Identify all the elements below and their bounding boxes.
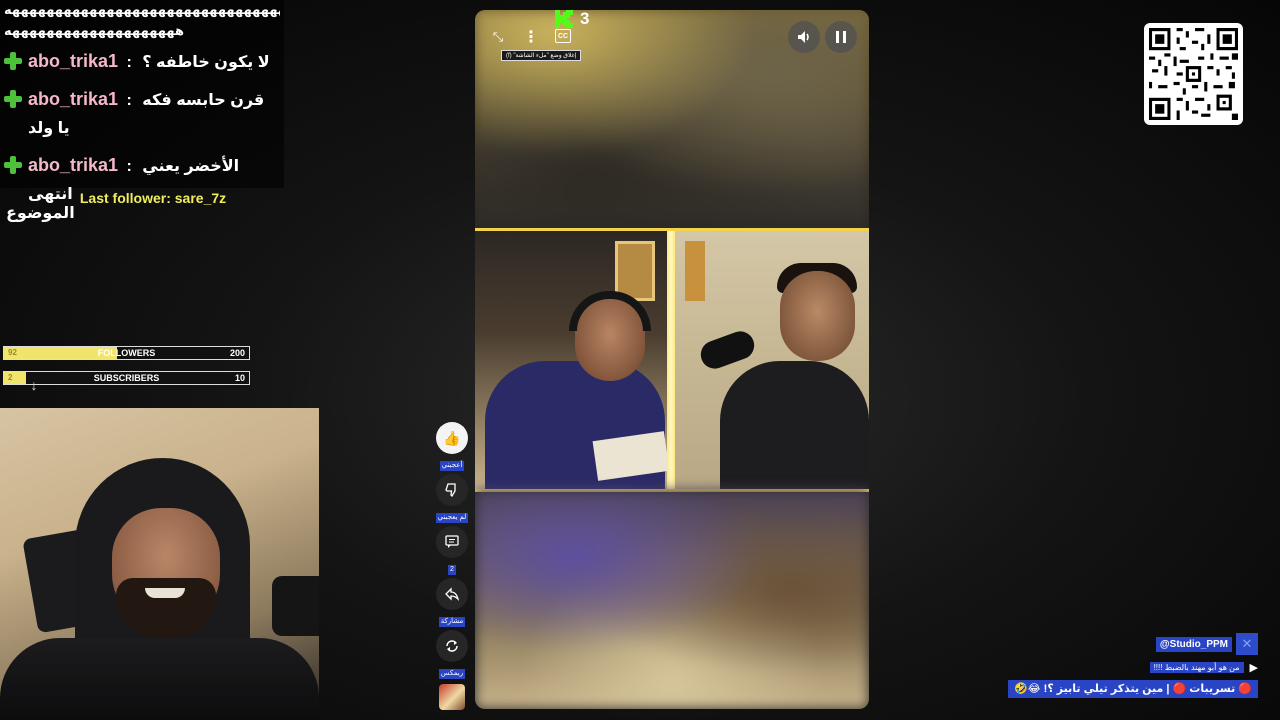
pause-bars: [836, 31, 846, 43]
webcam-microphone: [272, 576, 319, 636]
captions-button[interactable]: CC: [555, 29, 571, 43]
volume-icon[interactable]: [788, 21, 820, 53]
dislike-button[interactable]: لم يعجبني: [432, 474, 472, 524]
chat-separator: :: [126, 54, 132, 71]
video-divider: [667, 231, 675, 489]
goal-target: 10: [234, 373, 245, 383]
goal-target: 200: [229, 348, 245, 358]
chat-message: abo_trika1 : لا يكون خاطفه ؟: [4, 47, 280, 77]
followers-goal-bar: 92 FOLLOWERS 200: [3, 346, 250, 360]
chat-message-spam: ههههههههههههههههههههههههههههههههههه: [4, 3, 280, 18]
now-playing-text: من هو أبو مهند بالضبط !!!!: [1149, 662, 1244, 673]
webcam-streamer-smile: [145, 588, 185, 598]
remix-label: ريمكس: [438, 669, 466, 679]
comments-button[interactable]: 2: [432, 526, 472, 576]
comment-icon[interactable]: [436, 526, 468, 558]
chat-overlay: ههههههههههههههههههههههههههههههههههه هههه…: [0, 0, 284, 222]
video-shelf: [685, 241, 705, 301]
video-frame: [475, 228, 869, 492]
remix-button[interactable]: ريمكس: [432, 630, 472, 680]
chat-separator: :: [126, 158, 132, 175]
webcam-streamer-body: [0, 638, 319, 720]
chat-message-spam-cont: ههههههههههههههههههههه: [4, 24, 184, 39]
thumbs-down-icon[interactable]: [436, 474, 468, 506]
video-person-right-head: [780, 271, 855, 361]
share-label: مشاركة: [438, 617, 466, 627]
thumbs-up-icon[interactable]: 👍: [436, 422, 468, 454]
like-label: أعجبني: [439, 461, 465, 471]
chat-username: abo_trika1: [28, 89, 119, 109]
share-icon[interactable]: [436, 578, 468, 610]
exit-fullscreen-icon[interactable]: ⤡: [487, 26, 509, 48]
arrow-down-icon: ↓: [30, 377, 38, 393]
viewer-count: 3: [580, 10, 590, 28]
subscriber-badge-icon: [4, 52, 22, 70]
video-person-right: [720, 361, 869, 489]
tooltip: إغلاق وضع "ملء الشاشة" (f): [501, 50, 582, 61]
video-player[interactable]: ⤡ إغلاق وضع "ملء الشاشة" (f) ⋮ CC 3: [475, 10, 869, 709]
studio-logo-icon: ✕: [1236, 633, 1258, 655]
goal-label: FOLLOWERS: [97, 348, 156, 358]
chat-message: abo_trika1 : قرن حابسه فكه يا ولد: [4, 85, 280, 143]
studio-handle: @Studio_PPM ✕: [1155, 633, 1258, 655]
qr-code-icon: [1149, 28, 1238, 120]
pause-icon[interactable]: [825, 21, 857, 53]
news-ticker: 🔴 تسريبات 🔴 | مين يتذكر تيلي تابيز ؟! 😂🤣: [1008, 680, 1258, 698]
like-button[interactable]: 👍 أعجبني: [432, 422, 472, 472]
remix-icon[interactable]: [436, 630, 468, 662]
now-playing: من هو أبو مهند بالضبط !!!! ▶: [1149, 661, 1258, 674]
qr-code: [1144, 23, 1243, 125]
chat-text: لا يكون خاطفه ؟: [142, 54, 270, 71]
channel-avatar[interactable]: [439, 684, 465, 710]
chat-username: abo_trika1: [28, 51, 119, 71]
video-blur-background-bottom: [475, 490, 869, 709]
last-follower-label: Last follower: sare_7z: [79, 190, 227, 206]
more-vert-icon[interactable]: ⋮: [523, 26, 539, 48]
webcam-feed: [0, 408, 319, 720]
chat-separator: :: [126, 92, 132, 109]
comments-count: 2: [448, 565, 456, 575]
play-icon: ▶: [1249, 662, 1258, 674]
subscriber-badge-icon: [4, 90, 22, 108]
share-button[interactable]: مشاركة: [432, 578, 472, 628]
sound-avatar[interactable]: [432, 684, 472, 710]
studio-handle-text: @Studio_PPM: [1155, 636, 1232, 652]
kick-logo-icon: [555, 10, 573, 28]
video-top-controls: ⤡ إغلاق وضع "ملء الشاشة" (f) ⋮ CC 3: [475, 10, 869, 70]
dislike-label: لم يعجبني: [435, 513, 469, 523]
chat-username: abo_trika1: [28, 155, 119, 175]
subscriber-badge-icon: [4, 156, 22, 174]
